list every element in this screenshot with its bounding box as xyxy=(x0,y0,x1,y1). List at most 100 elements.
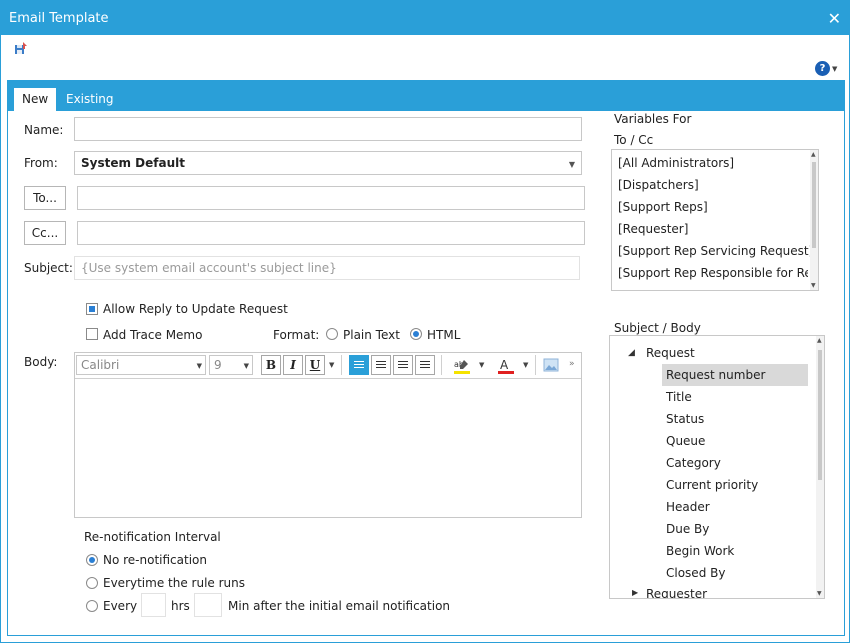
every-interval-radio[interactable] xyxy=(86,600,98,612)
subject-label: Subject: xyxy=(24,261,73,275)
format-label: Format: xyxy=(273,328,320,342)
tree-item[interactable]: Due By xyxy=(666,522,709,536)
more-tools-icon[interactable]: » xyxy=(569,359,575,369)
from-label: From: xyxy=(24,156,58,170)
variables-title-line2: To / Cc xyxy=(614,133,654,147)
no-renotify-radio[interactable] xyxy=(86,554,98,566)
window-title: Email Template xyxy=(9,11,109,26)
highlight-dropdown-icon[interactable]: ▼ xyxy=(479,361,484,369)
list-item[interactable]: [Support Rep Responsible for Reque xyxy=(618,266,808,280)
align-left-button[interactable] xyxy=(349,355,369,375)
font-family-value: Calibri xyxy=(81,358,120,372)
body-editor[interactable]: Calibri ▼ 9 ▼ B I U ▼ ab ▼ A ▼ » xyxy=(74,352,582,518)
list-item[interactable]: [All Administrators] xyxy=(618,156,734,170)
cc-input[interactable] xyxy=(77,221,585,245)
toolbar-separator xyxy=(535,355,536,375)
format-html-radio[interactable] xyxy=(410,328,422,340)
save-icon[interactable] xyxy=(14,41,28,55)
list-item[interactable]: [Support Rep Servicing Request] xyxy=(618,244,813,258)
font-size-value: 9 xyxy=(214,358,222,372)
scroll-down-icon[interactable]: ▼ xyxy=(817,590,822,597)
tree-item[interactable]: Begin Work xyxy=(666,544,734,558)
highlight-color-icon[interactable]: ab xyxy=(453,357,471,375)
close-icon[interactable]: ✕ xyxy=(828,9,841,28)
expand-icon[interactable]: ▶ xyxy=(632,588,638,597)
from-select[interactable]: System Default ▼ xyxy=(74,151,582,175)
tree-node-requester[interactable]: Requester xyxy=(646,587,707,598)
bold-button[interactable]: B xyxy=(261,355,281,375)
variables-scrollbar[interactable]: ▲ ▼ xyxy=(810,150,818,290)
align-center-icon xyxy=(376,361,386,370)
scroll-thumb[interactable] xyxy=(818,350,822,480)
scroll-thumb[interactable] xyxy=(812,162,816,248)
hours-input[interactable] xyxy=(141,593,166,617)
email-template-window: Email Template ✕ ? ▼ New Existing Name: … xyxy=(0,0,850,643)
tree-item[interactable]: Header xyxy=(666,500,710,514)
font-color-dropdown-icon[interactable]: ▼ xyxy=(523,361,528,369)
format-plain-label: Plain Text xyxy=(343,328,400,342)
subject-body-title: Subject / Body xyxy=(614,321,701,335)
format-html-label: HTML xyxy=(427,328,461,342)
tree-item[interactable]: Request number xyxy=(666,368,765,382)
list-item[interactable]: [Dispatchers] xyxy=(618,178,699,192)
cc-button[interactable]: Cc... xyxy=(24,221,66,245)
underline-button[interactable]: U xyxy=(305,355,325,375)
help-icon[interactable]: ? xyxy=(815,61,830,76)
list-item[interactable]: [Support Reps] xyxy=(618,200,708,214)
italic-button[interactable]: I xyxy=(283,355,303,375)
variables-title-line1: Variables For xyxy=(614,112,692,126)
font-color-icon[interactable]: A xyxy=(497,357,515,375)
everytime-radio[interactable] xyxy=(86,577,98,589)
subject-body-tree[interactable]: ◢ Request Request number Title Status Qu… xyxy=(609,335,825,599)
insert-image-icon[interactable] xyxy=(543,358,559,372)
add-trace-memo-checkbox[interactable] xyxy=(86,328,98,340)
body-label: Body: xyxy=(24,355,58,369)
list-item[interactable]: [Requester] xyxy=(618,222,688,236)
scroll-up-icon[interactable]: ▲ xyxy=(811,151,816,158)
justify-button[interactable] xyxy=(415,355,435,375)
chevron-down-icon: ▼ xyxy=(568,160,575,169)
tree-item[interactable]: Status xyxy=(666,412,704,426)
allow-reply-checkbox[interactable] xyxy=(86,303,98,315)
tree-item[interactable]: Closed By xyxy=(666,566,725,580)
allow-reply-label: Allow Reply to Update Request xyxy=(103,302,288,316)
hrs-label: hrs xyxy=(171,599,190,613)
help-dropdown-icon[interactable]: ▼ xyxy=(832,65,837,73)
tree-item[interactable]: Queue xyxy=(666,434,705,448)
svg-text:A: A xyxy=(500,358,509,372)
renotify-title: Re-notification Interval xyxy=(84,530,221,544)
add-trace-memo-label: Add Trace Memo xyxy=(103,328,203,342)
align-right-button[interactable] xyxy=(393,355,413,375)
name-input[interactable] xyxy=(74,117,582,141)
name-label: Name: xyxy=(24,123,64,137)
tab-strip: New Existing xyxy=(8,81,844,111)
editor-divider xyxy=(75,378,581,379)
minutes-input[interactable] xyxy=(194,593,222,617)
tree-item[interactable]: Current priority xyxy=(666,478,758,492)
scroll-down-icon[interactable]: ▼ xyxy=(811,282,816,289)
underline-dropdown-icon[interactable]: ▼ xyxy=(329,361,334,369)
tree-scrollbar[interactable]: ▲ ▼ xyxy=(816,336,824,598)
format-plain-radio[interactable] xyxy=(326,328,338,340)
content-panel: New Existing Name: From: System Default … xyxy=(7,80,845,636)
font-family-select[interactable]: Calibri ▼ xyxy=(76,355,206,375)
no-renotify-label: No re-notification xyxy=(103,553,207,567)
tab-existing[interactable]: Existing xyxy=(58,88,122,111)
subject-input[interactable]: {Use system email account's subject line… xyxy=(74,256,580,280)
tree-node-request[interactable]: Request xyxy=(646,346,695,360)
align-right-icon xyxy=(398,361,408,370)
variables-list[interactable]: [All Administrators] [Dispatchers] [Supp… xyxy=(611,149,819,291)
chevron-down-icon: ▼ xyxy=(243,362,249,370)
align-center-button[interactable] xyxy=(371,355,391,375)
font-size-select[interactable]: 9 ▼ xyxy=(209,355,253,375)
everytime-label: Everytime the rule runs xyxy=(103,576,246,590)
tab-new[interactable]: New xyxy=(14,88,57,111)
tree-item[interactable]: Category xyxy=(666,456,721,470)
toolbar-separator xyxy=(441,355,442,375)
to-button[interactable]: To... xyxy=(24,186,66,210)
to-input[interactable] xyxy=(77,186,585,210)
tree-item[interactable]: Title xyxy=(666,390,692,404)
scroll-up-icon[interactable]: ▲ xyxy=(817,337,822,344)
collapse-icon[interactable]: ◢ xyxy=(628,348,635,358)
from-select-value: System Default xyxy=(81,156,185,170)
